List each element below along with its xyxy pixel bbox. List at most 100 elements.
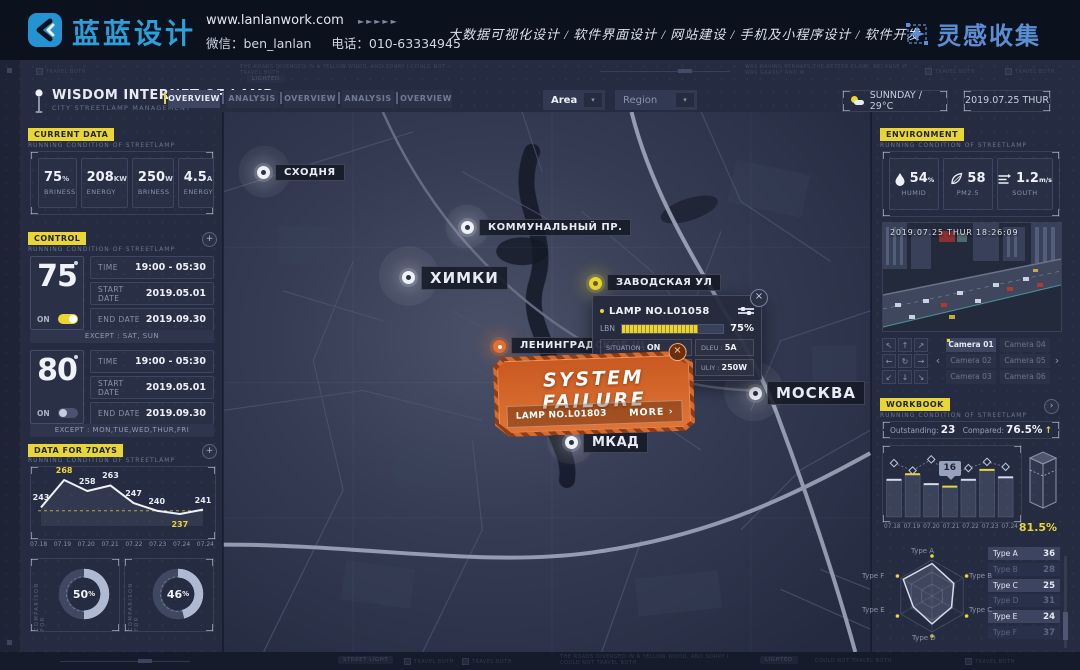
map-label[interactable]: СХОДНЯ: [275, 164, 345, 181]
lamp-toggle-2[interactable]: [58, 408, 78, 418]
map-label[interactable]: КОММУНАЛЬНЫЙ ПР.: [479, 219, 631, 236]
collect-link[interactable]: 灵感收集: [905, 16, 1041, 51]
camera-button-6[interactable]: Camera 06: [1000, 370, 1050, 384]
environment-panel: 54% HUMID 58 PM2.5 1.2m/s SOUTH: [882, 151, 1060, 217]
trend-area: [41, 480, 203, 526]
arrows-deco: ►►►►►: [358, 17, 399, 26]
tab-overview-1[interactable]: OVERVIEW: [168, 90, 220, 108]
area-select[interactable]: Area ▾: [543, 90, 605, 110]
pan-left-icon[interactable]: ←: [882, 354, 896, 368]
tab-analysis-2[interactable]: ANALYSIS: [342, 90, 394, 108]
tab-overview-2[interactable]: OVERVIEW: [284, 90, 336, 108]
deco-slider: [60, 661, 190, 662]
pan-down-icon[interactable]: ↓: [898, 370, 912, 384]
camera-button-3[interactable]: Camera 03: [946, 370, 996, 384]
close-icon[interactable]: ×: [750, 289, 768, 307]
camera-button-4[interactable]: Camera 04: [1000, 338, 1050, 352]
services-text: 大数据可视化设计 / 软件界面设计 / 网站建设 / 手机及小程序设计 / 软件…: [448, 24, 878, 43]
refresh-icon[interactable]: ↻: [898, 354, 912, 368]
map-label[interactable]: ХИМКИ: [421, 266, 508, 290]
camera-next-icon[interactable]: ›: [1052, 352, 1062, 370]
radar-label: Type D: [912, 634, 936, 642]
deco-text: TRAVEL BOTH: [36, 68, 86, 75]
scrollbar-handle[interactable]: [1063, 612, 1068, 640]
trend-expand-button[interactable]: +: [202, 444, 217, 459]
type-row-b[interactable]: Type B28: [988, 563, 1060, 576]
deco-text: WAS HAVING PERHAPS THE BETTER CLAIM, BEC…: [745, 64, 915, 76]
type-row-f[interactable]: Type F37: [988, 626, 1060, 639]
camera-button-5[interactable]: Camera 05: [1000, 354, 1050, 368]
field-dleu: DLEU5A: [695, 339, 754, 356]
map-pin-skhodnya[interactable]: [257, 166, 270, 179]
start-date-row: START DATE2019.05.01: [90, 282, 214, 305]
environment-subtitle: RUNNING CONDITION OF STREETLAMP: [880, 142, 1027, 149]
leaf-icon: [950, 172, 963, 185]
lbn-progress: LBN 75%: [600, 323, 754, 334]
map-label[interactable]: МКАД: [583, 432, 648, 453]
pan-up-left-icon[interactable]: ↖: [882, 338, 896, 352]
control-expand-button[interactable]: +: [202, 232, 217, 247]
map-label[interactable]: ЗАВОДСКАЯ УЛ: [607, 274, 721, 291]
map-pin-moskva[interactable]: [749, 387, 762, 400]
collect-label[interactable]: 灵感收集: [937, 16, 1041, 51]
cube-gauge: [1026, 448, 1060, 514]
map-pin-kommunalny[interactable]: [461, 221, 474, 234]
map-pin-khimki[interactable]: [402, 271, 415, 284]
workbook-title: WORKBOOK: [880, 398, 950, 411]
screenshot-root: 蓝蓝设计 www.lanlanwork.com ►►►►► 微信：ben_lan…: [0, 0, 1080, 670]
region-select[interactable]: Region ▾: [615, 90, 697, 110]
pan-down-right-icon[interactable]: ↘: [914, 370, 928, 384]
map-label[interactable]: МОСКВА: [767, 381, 865, 405]
camera-prev-icon[interactable]: ‹: [933, 352, 943, 370]
radar-chart: [880, 544, 984, 648]
status-dot: [600, 309, 604, 313]
area-select-value: Area: [543, 95, 584, 106]
current-data-subtitle: RUNNING CONDITION OF STREETLAMP: [28, 142, 175, 149]
control-subtitle: RUNNING CONDITION OF STREETLAMP: [28, 246, 175, 253]
metric-briness-pct: 75% BRINESS: [38, 158, 77, 208]
map-pin-leningradskoe[interactable]: [493, 340, 506, 353]
website-url[interactable]: www.lanlanwork.com: [206, 13, 344, 28]
deco-text: TRAVEL BOTH: [462, 658, 512, 665]
chevron-down-icon[interactable]: ▾: [584, 93, 602, 107]
lamp-toggle-1[interactable]: [58, 314, 78, 324]
trend-line-chart: [32, 468, 212, 532]
pan-right-icon[interactable]: →: [914, 354, 928, 368]
type-row-e[interactable]: Type E24: [988, 610, 1060, 623]
pan-up-right-icon[interactable]: ↗: [914, 338, 928, 352]
map-pin-zavodskaya[interactable]: [589, 277, 602, 290]
up-arrow-icon: ↑: [1044, 426, 1052, 436]
workbook-x-axis: 07.1807.19 07.2007.21 07.2207.23 07.24: [884, 524, 1018, 530]
metric-briness-w: 250W BRINESS: [132, 158, 174, 208]
type-row-d[interactable]: Type D31: [988, 594, 1060, 607]
type-row-c[interactable]: Type C25: [988, 579, 1060, 592]
tab-overview-3[interactable]: OVERVIEW: [400, 90, 452, 108]
radar-label: Type E: [862, 606, 885, 614]
camera-button-1[interactable]: Camera 01: [946, 338, 996, 352]
chevron-down-icon[interactable]: ▾: [676, 93, 694, 107]
more-button[interactable]: MORE ›: [629, 406, 674, 419]
pm25-metric: 58 PM2.5: [943, 158, 993, 210]
current-data-panel: 75% BRINESS 208KW ENERGY 250W BRINESS 4.…: [30, 151, 214, 215]
radar-label: Type C: [969, 606, 992, 614]
brightness-value-box-1: 75 ON: [30, 256, 84, 330]
map-pin-mkad[interactable]: [565, 436, 578, 449]
sliders-icon[interactable]: [738, 306, 754, 316]
weather-text: SUNNDAY / 29°C: [870, 90, 947, 112]
humidity-metric: 54% HUMID: [889, 158, 939, 210]
schedule-rows-1: TIME19:00 - 05:30 START DATE2019.05.01 E…: [90, 256, 214, 331]
camera-button-2[interactable]: Camera 02: [946, 354, 996, 368]
except-band-1: EXCEPT : SAT, SUN: [30, 330, 214, 343]
pan-down-left-icon[interactable]: ↙: [882, 370, 896, 384]
type-row-a[interactable]: Type A36: [988, 547, 1060, 560]
end-date-row: END DATE2019.09.30: [90, 402, 214, 425]
wind-icon: [998, 173, 1012, 185]
metric-energy-a: 4.5A ENERGY: [178, 158, 214, 208]
weather-widget: SUNNDAY / 29°C: [842, 90, 948, 112]
bottom-strip: STREET LIGHT TRAVEL BOTH TRAVEL BOTH THE…: [0, 652, 1080, 670]
workbook-expand-button[interactable]: ›: [1044, 399, 1059, 414]
city-map[interactable]: СХОДНЯ КОММУНАЛЬНЫЙ ПР. ХИМКИ ЗАВОДСКАЯ …: [222, 112, 872, 652]
bar: [924, 484, 939, 517]
tab-analysis-1[interactable]: ANALYSIS: [226, 90, 278, 108]
pan-up-icon[interactable]: ↑: [898, 338, 912, 352]
